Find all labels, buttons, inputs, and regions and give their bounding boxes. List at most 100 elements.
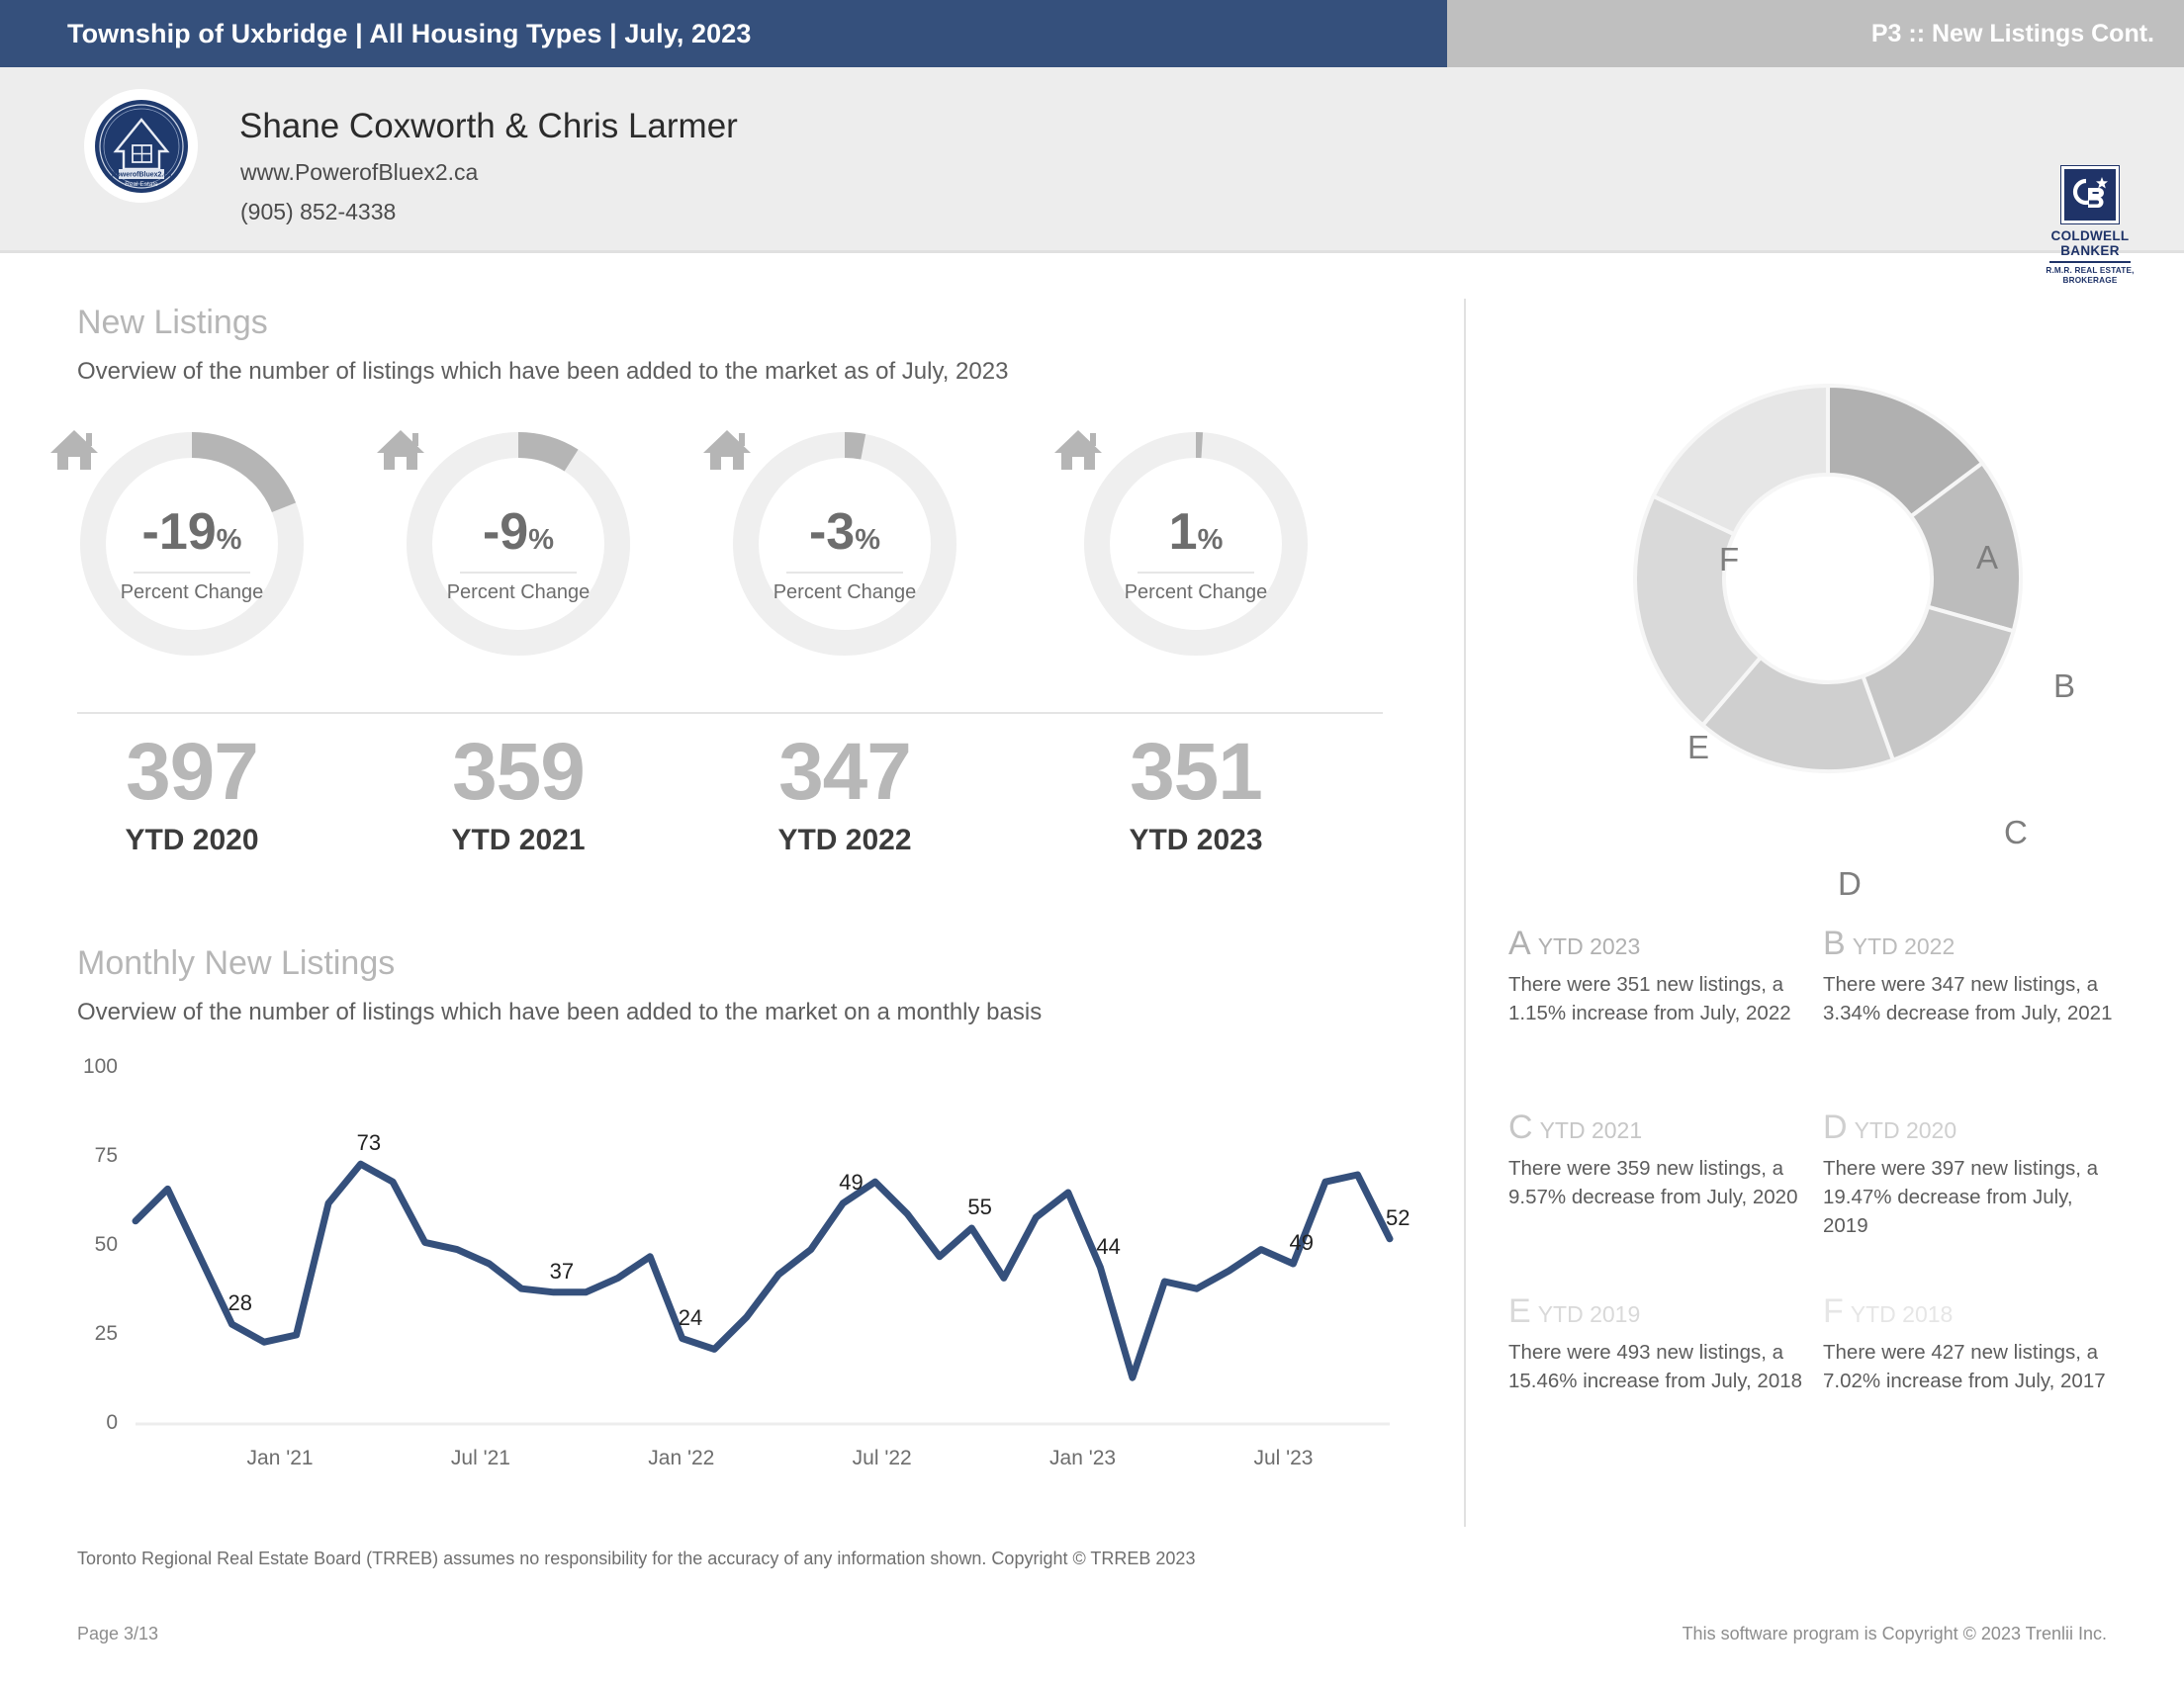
- data-point-label: 37: [549, 1258, 575, 1284]
- gauge-label: Percent Change: [1124, 581, 1268, 603]
- donut-label-b: B: [2053, 667, 2076, 704]
- ytd-totals: 397 YTD 2020 359 YTD 2021 347 YTD 2022 3…: [74, 732, 1390, 875]
- report-title: Township of Uxbridge | All Housing Types…: [67, 19, 752, 48]
- data-point-label: 28: [228, 1290, 253, 1316]
- gauge-label: Percent Change: [446, 581, 591, 603]
- gauge-unit: %: [528, 524, 555, 556]
- svg-text:PowerofBluex2.ca: PowerofBluex2.ca: [111, 171, 170, 178]
- legend-heading: D YTD 2020: [1823, 1109, 2120, 1147]
- report-page: Township of Uxbridge | All Housing Types…: [0, 0, 2184, 1685]
- title-bar: Township of Uxbridge | All Housing Types…: [0, 0, 2184, 67]
- monthly-subtitle: Overview of the number of listings which…: [77, 999, 1043, 1025]
- brokerage-name-line2: BANKER: [2060, 243, 2120, 259]
- data-point-label: 44: [1096, 1233, 1121, 1259]
- gauge-ytd-2021: -9% Percent Change: [373, 425, 636, 663]
- gauge-value: -3%: [727, 506, 962, 558]
- donut-chart-canvas: [1633, 383, 2023, 773]
- column-divider: [1464, 299, 1466, 1527]
- gauge-number: -9: [482, 503, 529, 561]
- donut-label-d: D: [1838, 865, 1862, 902]
- legend-heading: E YTD 2019: [1508, 1292, 1805, 1331]
- x-axis-tick-label: Jul '21: [450, 1447, 510, 1469]
- ytd-item: 397 YTD 2020: [74, 732, 310, 857]
- gauge-label: Percent Change: [773, 581, 917, 603]
- house-icon: [46, 425, 102, 477]
- legend-year: YTD 2021: [1539, 1117, 1643, 1143]
- legend-description: There were 493 new listings, a 15.46% in…: [1508, 1341, 1803, 1393]
- brokerage-name-line1: COLDWELL: [2050, 228, 2130, 243]
- agent-logo: PowerofBluex2.ca Real Estate: [84, 89, 198, 203]
- donut-legend: A YTD 2023 There were 351 new listings, a …: [1508, 925, 2151, 1459]
- gauge-divider: [134, 572, 250, 574]
- legend-item-b: B YTD 2022 There were 347 new listings, a …: [1823, 925, 2120, 1027]
- agent-bar: PowerofBluex2.ca Real Estate Shane Coxwo…: [0, 67, 2184, 285]
- legend-description: There were 397 new listings, a 19.47% de…: [1823, 1157, 2099, 1238]
- legend-heading: C YTD 2021: [1508, 1109, 1805, 1147]
- donut-label-a: A: [1976, 539, 1999, 576]
- gauge-unit: %: [855, 524, 881, 556]
- ytd-item: 351 YTD 2023: [1078, 732, 1314, 857]
- legend-letter: F: [1823, 1292, 1844, 1330]
- house-icon: [373, 425, 428, 477]
- brokerage-logo: COLDWELL BANKER R.M.R. REAL ESTATE, BROK…: [2036, 165, 2144, 286]
- legend-heading: F YTD 2018: [1823, 1292, 2120, 1331]
- gauge-ytd-2020: -19% Percent Change: [46, 425, 310, 663]
- gauge-value: -19%: [74, 506, 310, 558]
- donut-label-f: F: [1719, 541, 1740, 577]
- data-point-label: 49: [839, 1169, 864, 1195]
- legend-year: YTD 2019: [1537, 1301, 1641, 1327]
- gauge-number: -3: [808, 503, 856, 561]
- page-section-tag: P3 :: New Listings Cont.: [1870, 20, 2154, 47]
- gauge-unit: %: [216, 524, 242, 556]
- legend-item-d: D YTD 2020 There were 397 new listings, a …: [1823, 1109, 2120, 1240]
- ytd-number: 347: [778, 727, 912, 817]
- data-point-label: 55: [967, 1195, 992, 1219]
- ytd-label: YTD 2022: [777, 824, 912, 856]
- software-copyright: This software program is Copyright © 202…: [1682, 1624, 2107, 1643]
- series-polyline: [132, 1160, 1394, 1381]
- brokerage-divider: [2049, 261, 2131, 263]
- gauge-value: -9%: [401, 506, 636, 558]
- legend-year: YTD 2018: [1850, 1301, 1954, 1327]
- data-point-label: 24: [678, 1304, 703, 1330]
- legend-letter: E: [1508, 1292, 1531, 1330]
- ytd-divider: [77, 712, 1383, 714]
- data-point-label: 52: [1386, 1204, 1410, 1230]
- gauge-value: 1%: [1078, 506, 1314, 558]
- house-icon: [1050, 425, 1106, 477]
- new-listings-title: New Listings: [77, 304, 268, 341]
- legend-item-a: A YTD 2023 There were 351 new listings, a …: [1508, 925, 1805, 1027]
- legend-item-f: F YTD 2018 There were 427 new listings, a …: [1823, 1292, 2120, 1395]
- line-chart-canvas: [132, 1160, 1394, 1426]
- svg-text:Real Estate: Real Estate: [125, 181, 158, 188]
- legend-heading: B YTD 2022: [1823, 925, 2120, 963]
- gauge-ytd-2023: 1% Percent Change: [1050, 425, 1314, 663]
- brokerage-sub-line1: R.M.R. REAL ESTATE,: [2046, 265, 2135, 275]
- brokerage-sub-line2: BROKERAGE: [2062, 275, 2118, 285]
- legend-item-e: E YTD 2019 There were 493 new listings, a …: [1508, 1292, 1805, 1395]
- gauge-number: 1: [1168, 503, 1198, 561]
- data-point-label: 49: [1289, 1230, 1314, 1255]
- ytd-item: 359 YTD 2021: [401, 732, 636, 857]
- percent-change-gauges: -19% Percent Change -9% Percent Change -…: [46, 425, 1390, 663]
- y-axis-tick-label: 50: [94, 1233, 118, 1256]
- ytd-item: 347 YTD 2022: [727, 732, 962, 857]
- gauge-divider: [460, 572, 577, 574]
- ytd-comparison-donut: A B C D E F: [1523, 302, 2146, 902]
- donut-label-c: C: [2004, 814, 2028, 850]
- legend-letter: A: [1508, 925, 1531, 962]
- circular-house-badge-icon: PowerofBluex2.ca Real Estate: [89, 94, 193, 198]
- x-axis-tick-label: Jul '23: [1253, 1447, 1314, 1469]
- coldwell-banker-mark-icon: [2060, 165, 2120, 224]
- gauge-unit: %: [1197, 524, 1224, 556]
- ytd-number: 359: [452, 727, 586, 817]
- gauge-divider: [786, 572, 903, 574]
- gauge-divider: [1138, 572, 1254, 574]
- agent-name: Shane Coxworth & Chris Larmer: [239, 107, 738, 145]
- agent-phone[interactable]: (905) 852-4338: [240, 199, 396, 225]
- legend-heading: A YTD 2023: [1508, 925, 1805, 963]
- agent-website[interactable]: www.PowerofBluex2.ca: [240, 159, 478, 186]
- ytd-number: 351: [1130, 727, 1263, 817]
- x-axis-tick-label: Jan '21: [246, 1447, 314, 1469]
- legend-description: There were 351 new listings, a 1.15% inc…: [1508, 973, 1791, 1025]
